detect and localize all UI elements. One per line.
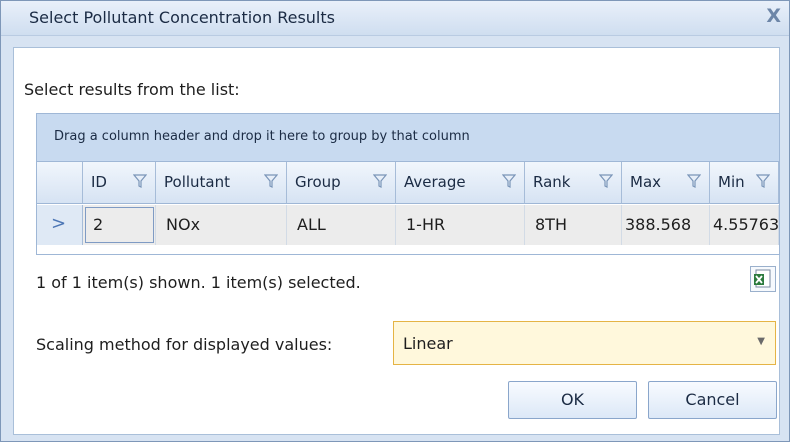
table-cell-rank[interactable]: 8TH <box>525 205 622 245</box>
filter-icon[interactable] <box>599 174 613 188</box>
table-cell-id[interactable]: 2 <box>83 205 156 245</box>
dialog-title: Select Pollutant Concentration Results <box>29 8 335 27</box>
table-cell-group[interactable]: ALL <box>287 205 396 245</box>
status-text: 1 of 1 item(s) shown. 1 item(s) selected… <box>36 273 361 292</box>
column-header-label: Min <box>718 173 745 191</box>
close-icon[interactable]: X <box>766 5 781 27</box>
row-selector-header <box>37 162 83 204</box>
column-header-group[interactable]: Group <box>287 162 396 204</box>
column-header-id[interactable]: ID <box>83 162 156 204</box>
filter-icon[interactable] <box>133 174 147 188</box>
results-grid: Drag a column header and drop it here to… <box>36 113 780 255</box>
table-cell-max[interactable]: 388.568 <box>622 205 710 245</box>
column-header-average[interactable]: Average <box>396 162 525 204</box>
table-cell-pollutant[interactable]: NOx <box>156 205 287 245</box>
filter-icon[interactable] <box>264 174 278 188</box>
filter-icon[interactable] <box>373 174 387 188</box>
column-header-label: Rank <box>533 173 571 191</box>
row-indicator-icon: > <box>51 213 67 234</box>
row-selector[interactable]: > <box>37 205 83 245</box>
filter-icon[interactable] <box>502 174 516 188</box>
table-cell-average[interactable]: 1-HR <box>396 205 525 245</box>
excel-icon <box>754 269 771 288</box>
column-header-label: Max <box>630 173 662 191</box>
column-header-label: ID <box>91 173 107 191</box>
instruction-label: Select results from the list: <box>24 80 240 99</box>
column-header-label: Pollutant <box>164 173 230 191</box>
group-hint-text: Drag a column header and drop it here to… <box>54 129 470 144</box>
cancel-button[interactable]: Cancel <box>648 381 777 419</box>
title-bar: Select Pollutant Concentration Results X <box>1 1 789 36</box>
column-header-pollutant[interactable]: Pollutant <box>156 162 287 204</box>
dialog-window: Select Pollutant Concentration Results X… <box>0 0 790 442</box>
filter-icon[interactable] <box>687 174 701 188</box>
column-header-label: Group <box>295 173 341 191</box>
group-panel[interactable]: Drag a column header and drop it here to… <box>37 114 779 162</box>
scaling-method-dropdown[interactable]: Linear ▼ <box>393 321 776 365</box>
column-header-min[interactable]: Min <box>710 162 779 204</box>
column-header-label: Average <box>404 173 466 191</box>
column-header-rank[interactable]: Rank <box>525 162 622 204</box>
dropdown-value: Linear <box>403 334 453 353</box>
column-header-max[interactable]: Max <box>622 162 710 204</box>
ok-button[interactable]: OK <box>508 381 637 419</box>
dropdown-arrow-icon: ▼ <box>757 336 765 347</box>
filter-icon[interactable] <box>756 174 770 188</box>
table-cell-min[interactable]: 4.55763 <box>710 205 779 245</box>
excel-export-icon[interactable] <box>750 266 776 292</box>
scaling-label: Scaling method for displayed values: <box>36 335 333 354</box>
